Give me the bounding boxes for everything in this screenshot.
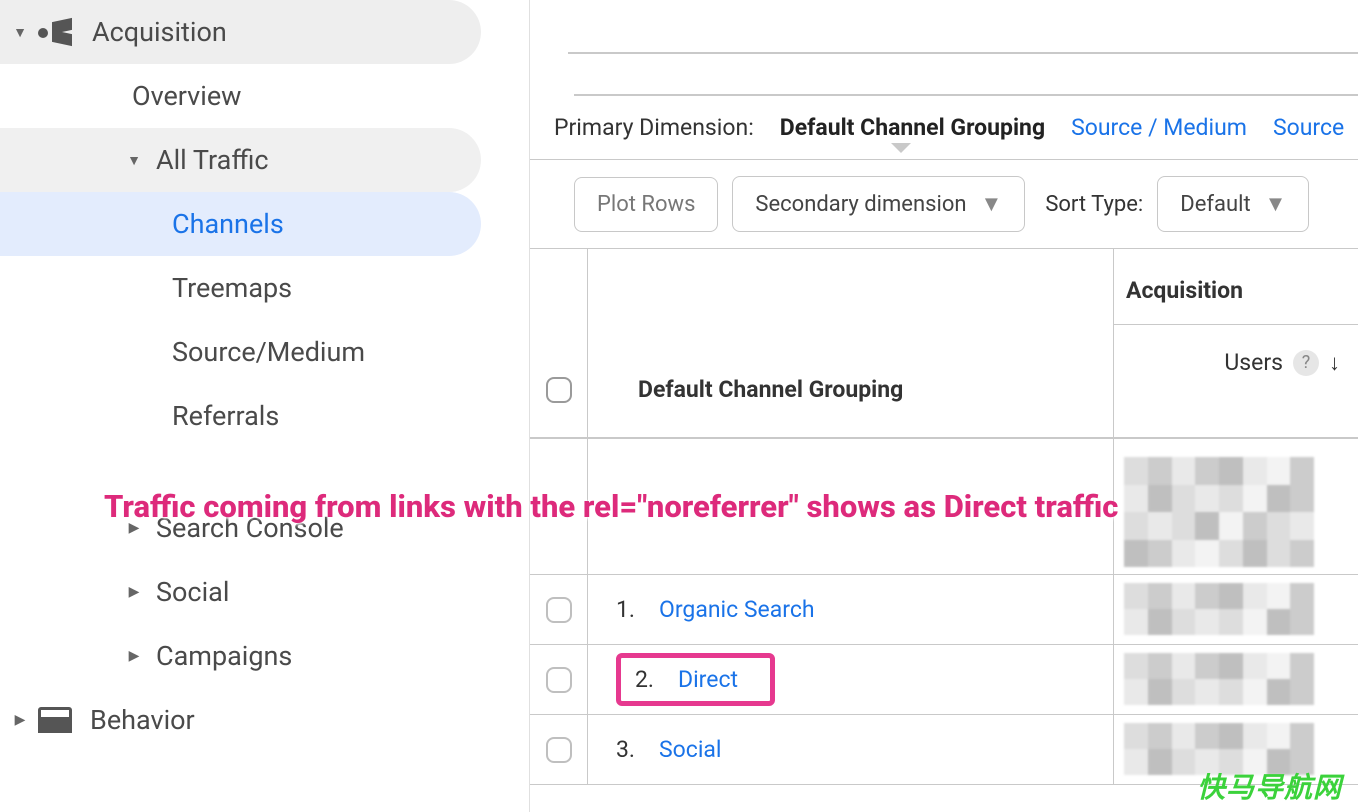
chevron-down-icon: ▼ [1265,191,1287,217]
chevron-right-icon [120,648,148,664]
controls-row: Plot Rows Secondary dimension ▼ Sort Typ… [530,159,1358,249]
help-icon[interactable]: ? [1293,350,1319,376]
table-row: 1. Organic Search [530,575,1358,645]
tab-source[interactable]: Source [1273,114,1344,141]
th-acq-group: Acquisition [1114,249,1358,325]
sidebar-item-search-console[interactable]: Search Console [0,496,481,560]
th-users[interactable]: Users ? ↓ [1114,325,1358,400]
sidebar-item-all-traffic[interactable]: All Traffic [0,128,481,192]
highlight-box: 2. Direct [616,653,775,706]
sidebar-item-channels[interactable]: Channels [0,192,481,256]
sidebar-item-label: Social [156,576,229,608]
row-link-organic-search[interactable]: Organic Search [659,596,815,623]
sidebar-item-label: Behavior [90,704,195,736]
chevron-down-icon [120,152,148,169]
select-all-checkbox[interactable] [546,377,572,403]
chevron-right-icon [6,712,34,728]
sidebar-item-label: Source/Medium [172,336,365,368]
primary-dimension-row: Primary Dimension: Default Channel Group… [530,96,1358,159]
secondary-dimension-dropdown[interactable]: Secondary dimension ▼ [732,176,1025,232]
dropdown-label: Secondary dimension [755,192,966,217]
sort-type-label: Sort Type: [1045,192,1143,217]
sidebar-item-campaigns[interactable]: Campaigns [0,624,481,688]
row-number: 1. [616,596,635,623]
sort-desc-icon[interactable]: ↓ [1329,350,1340,376]
row-checkbox[interactable] [546,667,572,693]
th-checkbox [530,249,588,437]
sidebar-item-label: Referrals [172,400,279,432]
redacted-metric [1124,653,1314,705]
sidebar-item-source-medium[interactable]: Source/Medium [0,320,481,384]
main-content: Primary Dimension: Default Channel Group… [530,0,1358,812]
th-dimension-label: Default Channel Grouping [638,376,903,403]
th-acquisition: Acquisition Users ? ↓ [1114,249,1358,437]
sidebar-item-label: Search Console [156,512,344,544]
chevron-right-icon [120,520,148,536]
acquisition-icon [38,20,74,44]
sidebar-item-label: Treemaps [172,272,292,304]
sidebar-item-behavior[interactable]: Behavior [0,688,481,752]
sidebar-item-acquisition[interactable]: Acquisition [0,0,481,64]
sidebar-item-label: All Traffic [156,144,269,176]
chevron-right-icon [120,584,148,600]
plot-rows-button[interactable]: Plot Rows [574,177,718,232]
table-row: 3. Social [530,715,1358,785]
sidebar-item-social[interactable]: Social [0,560,481,624]
redacted-metric [1124,457,1314,567]
row-checkbox[interactable] [546,597,572,623]
chevron-down-icon [6,24,34,41]
sidebar-item-referrals[interactable]: Referrals [0,384,481,448]
sidebar-item-label: Channels [172,208,284,240]
row-checkbox[interactable] [546,737,572,763]
th-users-label: Users [1224,349,1283,376]
row-number: 2. [635,666,654,693]
table-row: 2. Direct [530,645,1358,715]
tab-source-medium[interactable]: Source / Medium [1071,114,1247,141]
sidebar: Acquisition Overview All Traffic Channel… [0,0,530,812]
redacted-metric [1124,723,1314,775]
sidebar-item-treemaps[interactable]: Treemaps [0,256,481,320]
row-link-direct[interactable]: Direct [678,666,738,693]
sidebar-item-label: Acquisition [92,16,227,48]
row-number: 3. [616,736,635,763]
th-dimension[interactable]: Default Channel Grouping [588,249,1114,437]
sidebar-item-label: Overview [132,80,241,112]
tab-default-channel-grouping[interactable]: Default Channel Grouping [780,114,1045,141]
dropdown-label: Default [1180,192,1250,217]
redacted-metric [1124,583,1314,635]
summary-row [530,439,1358,575]
row-link-social[interactable]: Social [659,736,722,763]
sort-type-dropdown[interactable]: Default ▼ [1157,176,1309,232]
primary-dimension-label: Primary Dimension: [554,114,754,141]
table-header: Default Channel Grouping Acquisition Use… [530,249,1358,439]
behavior-icon [38,707,72,733]
chevron-down-icon: ▼ [981,191,1003,217]
sidebar-item-label: Campaigns [156,640,292,672]
sidebar-item-overview[interactable]: Overview [0,64,481,128]
